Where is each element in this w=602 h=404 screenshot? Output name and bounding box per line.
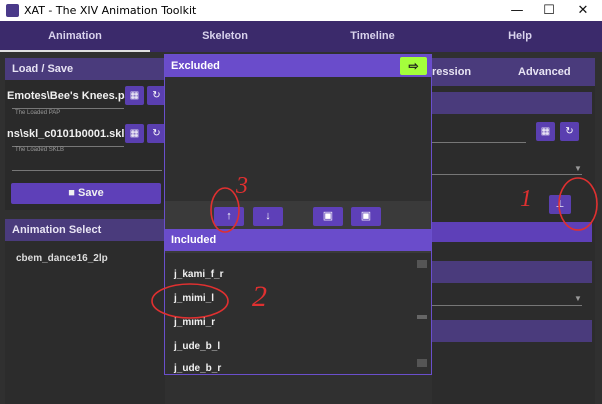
annotation-number: 3	[235, 173, 248, 199]
annotation-overlay: 1 3 2	[151, 173, 598, 319]
annotation-number: 1	[520, 186, 532, 212]
annotation-circle-1	[558, 177, 598, 231]
annotation-circle-2	[151, 283, 229, 319]
annotation-number: 2	[252, 280, 267, 313]
annotation-circle-3	[210, 187, 240, 233]
